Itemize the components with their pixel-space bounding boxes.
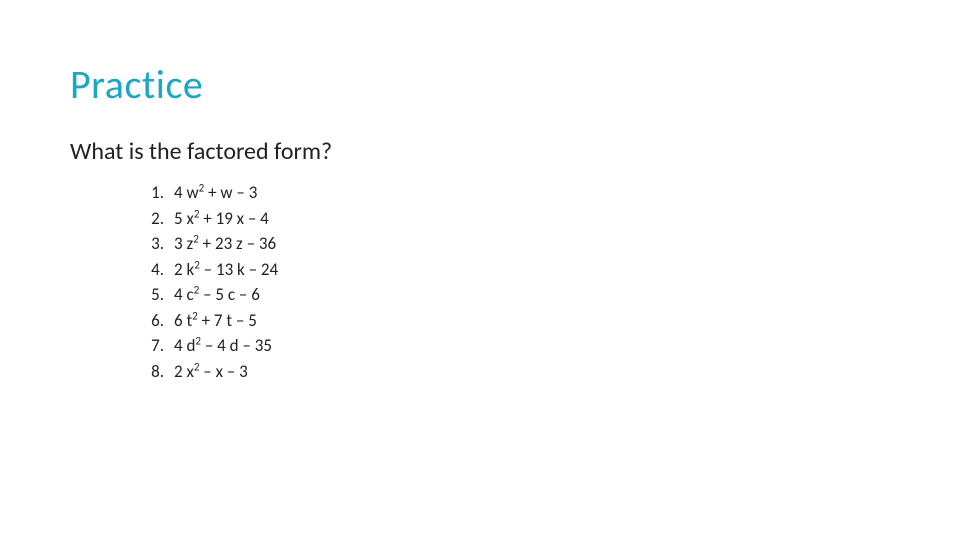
term-rest: + 23 z – 36	[199, 233, 276, 254]
slide: Practice What is the factored form? 1. 4…	[0, 0, 960, 540]
item-expression: 4 d2 – 4 d – 35	[174, 333, 890, 359]
item-number: 4.	[140, 257, 164, 283]
item-number: 5.	[140, 282, 164, 308]
item-number: 3.	[140, 231, 164, 257]
list-item: 2. 5 x2 + 19 x – 4	[140, 206, 890, 232]
term-rest: – 5 c – 6	[199, 284, 260, 305]
item-number: 8.	[140, 359, 164, 385]
term-coef: 4 w	[174, 182, 199, 203]
list-item: 8. 2 x2 – x – 3	[140, 359, 890, 385]
item-expression: 6 t2 + 7 t – 5	[174, 308, 890, 334]
term-coef: 2 x	[174, 361, 194, 382]
term-rest: + 19 x – 4	[199, 208, 268, 229]
list-item: 5. 4 c2 – 5 c – 6	[140, 282, 890, 308]
item-expression: 2 k2 – 13 k – 24	[174, 257, 890, 283]
term-coef: 6 t	[174, 310, 192, 331]
term-coef: 5 x	[174, 208, 194, 229]
item-number: 1.	[140, 180, 164, 206]
item-number: 2.	[140, 206, 164, 232]
term-rest: – x – 3	[199, 361, 247, 382]
slide-question: What is the factored form?	[70, 137, 890, 166]
list-item: 3. 3 z2 + 23 z – 36	[140, 231, 890, 257]
term-rest: + 7 t – 5	[198, 310, 257, 331]
term-rest: – 13 k – 24	[200, 259, 278, 280]
item-number: 7.	[140, 333, 164, 359]
list-item: 1. 4 w2 + w – 3	[140, 180, 890, 206]
term-rest: – 4 d – 35	[201, 335, 272, 356]
item-number: 6.	[140, 308, 164, 334]
problem-list: 1. 4 w2 + w – 3 2. 5 x2 + 19 x – 4 3. 3 …	[70, 180, 890, 384]
item-expression: 2 x2 – x – 3	[174, 359, 890, 385]
item-expression: 5 x2 + 19 x – 4	[174, 206, 890, 232]
list-item: 6. 6 t2 + 7 t – 5	[140, 308, 890, 334]
term-coef: 4 c	[174, 284, 194, 305]
term-coef: 2 k	[174, 259, 194, 280]
item-expression: 4 w2 + w – 3	[174, 180, 890, 206]
item-expression: 3 z2 + 23 z – 36	[174, 231, 890, 257]
term-coef: 4 d	[174, 335, 195, 356]
list-item: 7. 4 d2 – 4 d – 35	[140, 333, 890, 359]
list-item: 4. 2 k2 – 13 k – 24	[140, 257, 890, 283]
slide-title: Practice	[70, 60, 890, 109]
term-rest: + w – 3	[204, 182, 257, 203]
term-coef: 3 z	[174, 233, 193, 254]
item-expression: 4 c2 – 5 c – 6	[174, 282, 890, 308]
